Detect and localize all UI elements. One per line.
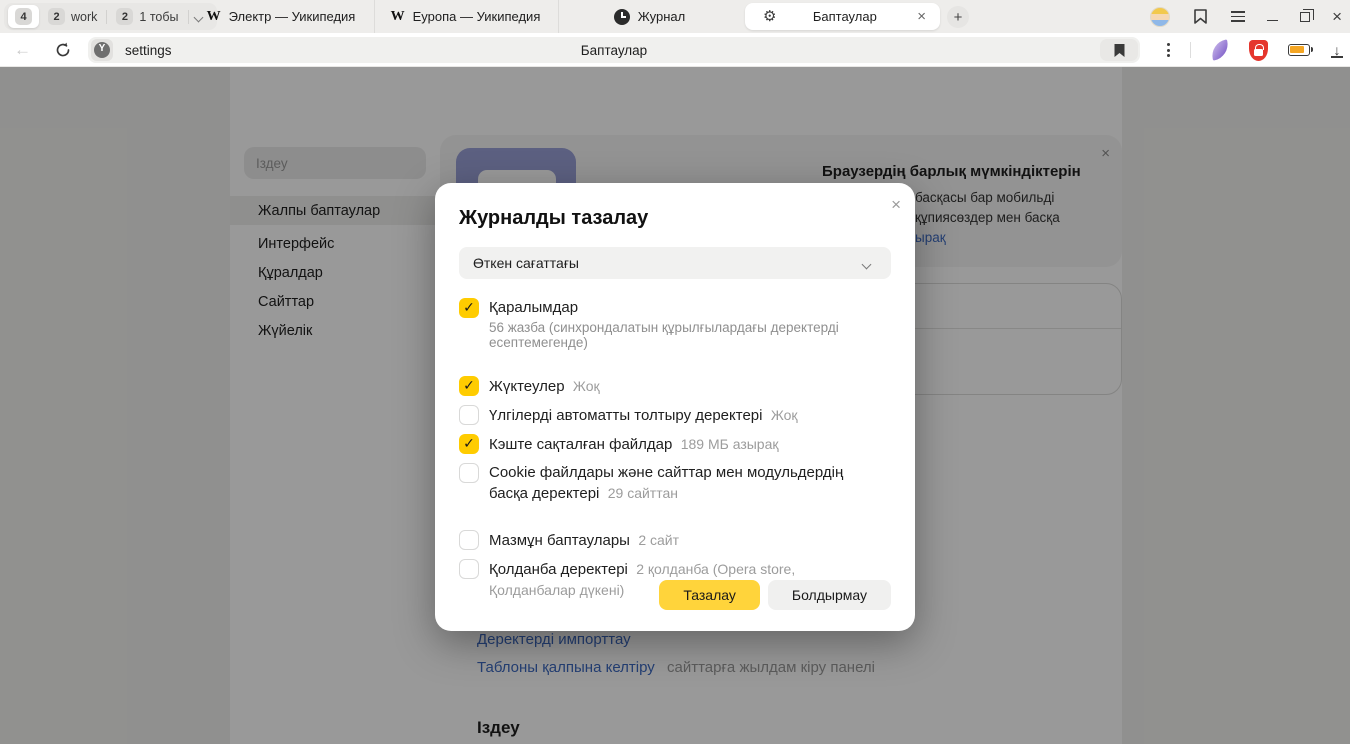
browser-tab-strip: 4 2 work 2 1 тобы W Электр — Уикипедия W… bbox=[0, 0, 1350, 33]
checkbox-note: Жоқ bbox=[573, 378, 600, 394]
dialog-close-icon[interactable]: × bbox=[891, 195, 901, 215]
checkbox-label: Қолданба деректері bbox=[489, 561, 628, 578]
tab-wikipedia-electr[interactable]: W Электр — Уикипедия bbox=[190, 0, 372, 33]
window-minimize-button[interactable] bbox=[1267, 20, 1278, 22]
clear-button[interactable]: Тазалау bbox=[659, 580, 760, 610]
yandex-browser-icon bbox=[94, 42, 110, 58]
checkbox-label: Үлгілерді автоматты толтыру деректері bbox=[489, 407, 762, 424]
window-restore-button[interactable] bbox=[1300, 12, 1310, 22]
tab-label: Электр — Уикипедия bbox=[229, 9, 356, 24]
checkbox-visited[interactable] bbox=[459, 298, 479, 318]
kebab-menu-icon[interactable] bbox=[1167, 43, 1170, 57]
tab-group-current[interactable]: 4 bbox=[8, 5, 39, 28]
checkbox-note: 2 сайт bbox=[638, 532, 679, 548]
checkbox-autofill[interactable] bbox=[459, 405, 479, 425]
checkbox-note: 189 МБ азырақ bbox=[681, 436, 779, 452]
tab-group-1toby[interactable]: 2 1 тобы bbox=[107, 8, 187, 25]
tab-group-work[interactable]: 2 work bbox=[39, 8, 106, 25]
checkbox-note: 29 сайттан bbox=[608, 485, 678, 501]
checkbox-subtext: 56 жазба (синхрондалатын құрылғылардағы … bbox=[489, 320, 891, 350]
chevron-down-icon bbox=[863, 259, 873, 269]
protect-shield-icon[interactable] bbox=[1249, 40, 1268, 61]
history-item-row[interactable]: Кэште сақталған файлдар 189 МБ азырақ bbox=[459, 434, 891, 455]
separator bbox=[1190, 42, 1191, 58]
bookmark-icon bbox=[1113, 43, 1126, 58]
checkbox-note: Жоқ bbox=[771, 407, 798, 423]
history-item-row[interactable]: Қаралымдар bbox=[459, 298, 891, 318]
checkbox-label: Жүктеулер bbox=[489, 378, 565, 395]
dialog-title: Журналды тазалау bbox=[459, 207, 891, 230]
time-range-select[interactable]: Өткен сағаттағы bbox=[459, 247, 891, 279]
new-tab-button[interactable]: + bbox=[947, 6, 969, 28]
page-title: Баптаулар bbox=[88, 43, 1140, 58]
checkbox-app-data[interactable] bbox=[459, 559, 479, 579]
battery-saver-icon[interactable] bbox=[1288, 44, 1310, 56]
checkbox-content-settings[interactable] bbox=[459, 530, 479, 550]
clock-icon bbox=[614, 9, 630, 25]
downloads-icon[interactable]: ↓ bbox=[1330, 42, 1344, 58]
tab-group-count: 2 bbox=[48, 8, 65, 25]
clear-history-dialog: × Журналды тазалау Өткен сағаттағы Қарал… bbox=[435, 183, 915, 631]
checkbox-downloads[interactable] bbox=[459, 376, 479, 396]
separator bbox=[188, 10, 189, 24]
tab-group-count: 4 bbox=[15, 8, 32, 25]
profile-avatar[interactable] bbox=[1150, 7, 1170, 27]
checkbox-cookies[interactable] bbox=[459, 463, 479, 483]
history-item-row[interactable]: Cookie файлдары және сайттар мен модульд… bbox=[459, 463, 891, 504]
checkbox-label: Мазмұн баптаулары bbox=[489, 532, 630, 549]
tab-group-count: 2 bbox=[116, 8, 133, 25]
site-badge[interactable] bbox=[91, 39, 113, 61]
extension-feather-icon[interactable] bbox=[1209, 39, 1230, 60]
side-panel-icon[interactable] bbox=[1192, 8, 1209, 25]
checkbox-cache[interactable] bbox=[459, 434, 479, 454]
checkbox-label: Қаралымдар bbox=[489, 299, 578, 316]
window-close-button[interactable]: × bbox=[1332, 8, 1342, 25]
wikipedia-icon: W bbox=[391, 9, 405, 25]
back-icon[interactable]: ← bbox=[14, 40, 31, 60]
tab-group-label: work bbox=[71, 10, 97, 24]
tab-groups-bar: 4 2 work 2 1 тобы bbox=[4, 3, 217, 30]
tab-journal[interactable]: Журнал bbox=[558, 0, 740, 33]
time-range-value: Өткен сағаттағы bbox=[473, 255, 579, 271]
checkbox-label: Кэште сақталған файлдар bbox=[489, 436, 672, 453]
tab-group-label: 1 тобы bbox=[139, 10, 178, 24]
tab-label: Еуропа — Уикипедия bbox=[413, 9, 541, 24]
tab-label: Баптаулар bbox=[776, 9, 913, 24]
gear-icon: ⚙ bbox=[763, 9, 776, 24]
menu-icon[interactable] bbox=[1231, 11, 1245, 22]
wikipedia-icon: W bbox=[207, 9, 221, 25]
tab-label: Журнал bbox=[638, 9, 685, 24]
address-bar[interactable]: settings Баптаулар bbox=[88, 37, 1140, 63]
browser-toolbar: ← settings Баптаулар ↓ bbox=[0, 33, 1350, 67]
bookmark-button[interactable] bbox=[1100, 39, 1138, 61]
reload-icon[interactable] bbox=[54, 41, 72, 64]
tab-settings-active[interactable]: ⚙ Баптаулар × bbox=[745, 3, 940, 30]
tab-wikipedia-europa[interactable]: W Еуропа — Уикипедия bbox=[374, 0, 556, 33]
tab-close-icon[interactable]: × bbox=[913, 8, 930, 25]
cancel-button[interactable]: Болдырмау bbox=[768, 580, 891, 610]
history-item-row[interactable]: Мазмұн баптаулары 2 сайт bbox=[459, 530, 891, 551]
history-item-row[interactable]: Үлгілерді автоматты толтыру деректері Жо… bbox=[459, 405, 891, 426]
history-item-row[interactable]: Жүктеулер Жоқ bbox=[459, 376, 891, 397]
url-text: settings bbox=[125, 43, 172, 58]
